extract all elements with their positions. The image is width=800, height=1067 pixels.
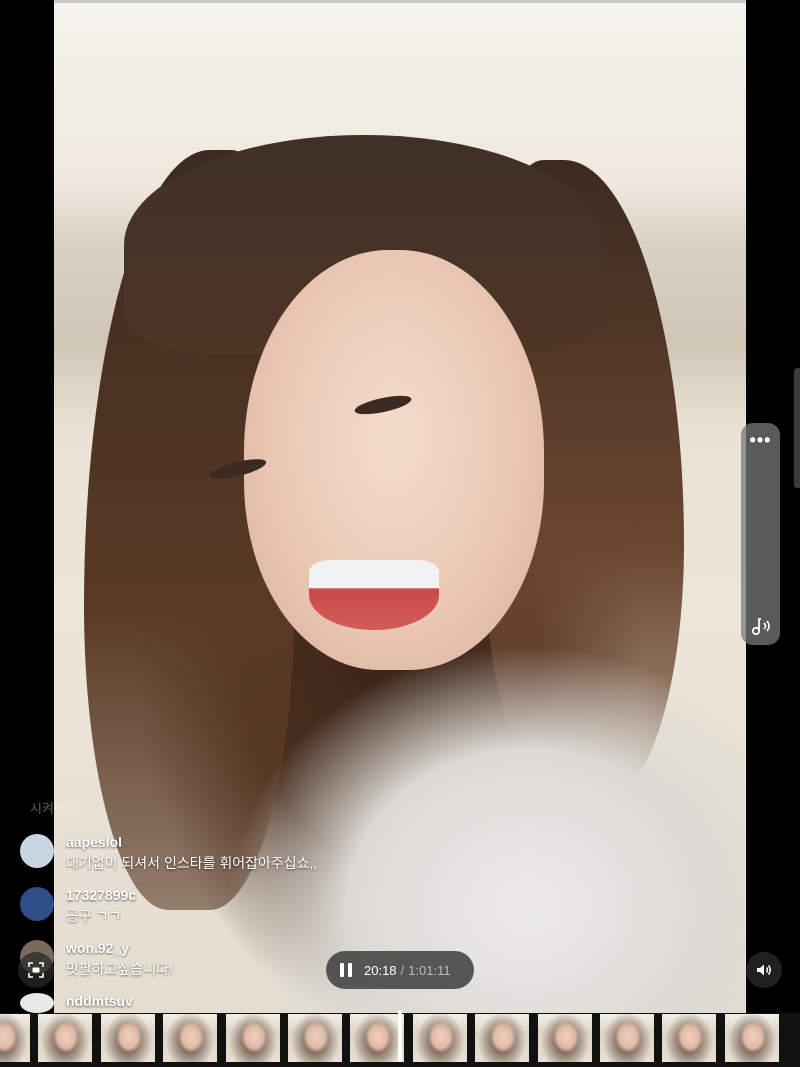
comment-message: 대기업이 되셔서 인스타를 휘어잡아주십쇼,, <box>66 855 318 871</box>
comment-message: 맛팔하고싶습니다! <box>66 961 173 977</box>
timeline-thumbnail[interactable] <box>537 1014 592 1062</box>
timeline-scrubber[interactable] <box>398 1010 402 1062</box>
timeline-thumbnail[interactable] <box>475 1014 530 1062</box>
music-note-icon[interactable] <box>748 613 774 639</box>
video-top-border <box>54 0 746 3</box>
video-frame-detail <box>204 640 744 1013</box>
timeline-thumbnail[interactable] <box>38 1014 93 1062</box>
timeline-thumbnail[interactable] <box>662 1014 717 1062</box>
timeline-thumbnail[interactable] <box>0 1014 30 1062</box>
comment-username[interactable]: 17327899c <box>66 887 136 904</box>
total-time: 1:01:11 <box>408 962 451 978</box>
picture-in-picture-icon <box>28 962 44 978</box>
timeline-thumbnail[interactable] <box>724 1014 779 1062</box>
avatar[interactable] <box>20 834 54 868</box>
comment-message: 공구 ㄱㄱ <box>66 908 122 924</box>
volume-icon <box>757 964 771 976</box>
video-frame-detail <box>309 560 439 630</box>
faded-comment: 시켜해요 <box>30 801 78 816</box>
comment-item: 17327899c 공구 ㄱㄱ <box>20 887 136 926</box>
pause-icon[interactable] <box>340 963 352 977</box>
current-time: 20:18 <box>364 962 397 978</box>
pip-button[interactable] <box>18 952 54 988</box>
avatar[interactable] <box>20 993 54 1013</box>
avatar[interactable] <box>20 887 54 921</box>
timeline-thumbnail[interactable] <box>600 1014 654 1062</box>
comment-username[interactable]: won.92_y <box>66 940 173 957</box>
timeline-thumbnail[interactable] <box>412 1014 467 1062</box>
time-separator: / <box>400 962 405 978</box>
timeline-thumbnail[interactable] <box>288 1014 342 1062</box>
more-horizontal-icon[interactable]: ••• <box>741 431 780 449</box>
playback-time-pill[interactable]: 20:18 / 1:01:11 <box>326 951 474 989</box>
timeline-thumbnail[interactable] <box>225 1014 280 1062</box>
volume-button[interactable] <box>746 952 782 988</box>
comment-username[interactable]: aapeslol <box>66 834 317 851</box>
side-options-panel: ••• <box>741 423 780 645</box>
comment-item: nddmtsuv <box>20 993 133 1013</box>
timeline-thumbnail[interactable] <box>100 1014 155 1062</box>
comment-item: aapeslol 대기업이 되셔서 인스타를 휘어잡아주십쇼,, <box>20 834 317 873</box>
timeline-thumbnail[interactable] <box>163 1014 218 1062</box>
comment-username[interactable]: nddmtsuv <box>66 993 133 1010</box>
edge-scroll-handle[interactable] <box>794 368 800 488</box>
timeline-thumbnail[interactable] <box>350 1014 405 1062</box>
